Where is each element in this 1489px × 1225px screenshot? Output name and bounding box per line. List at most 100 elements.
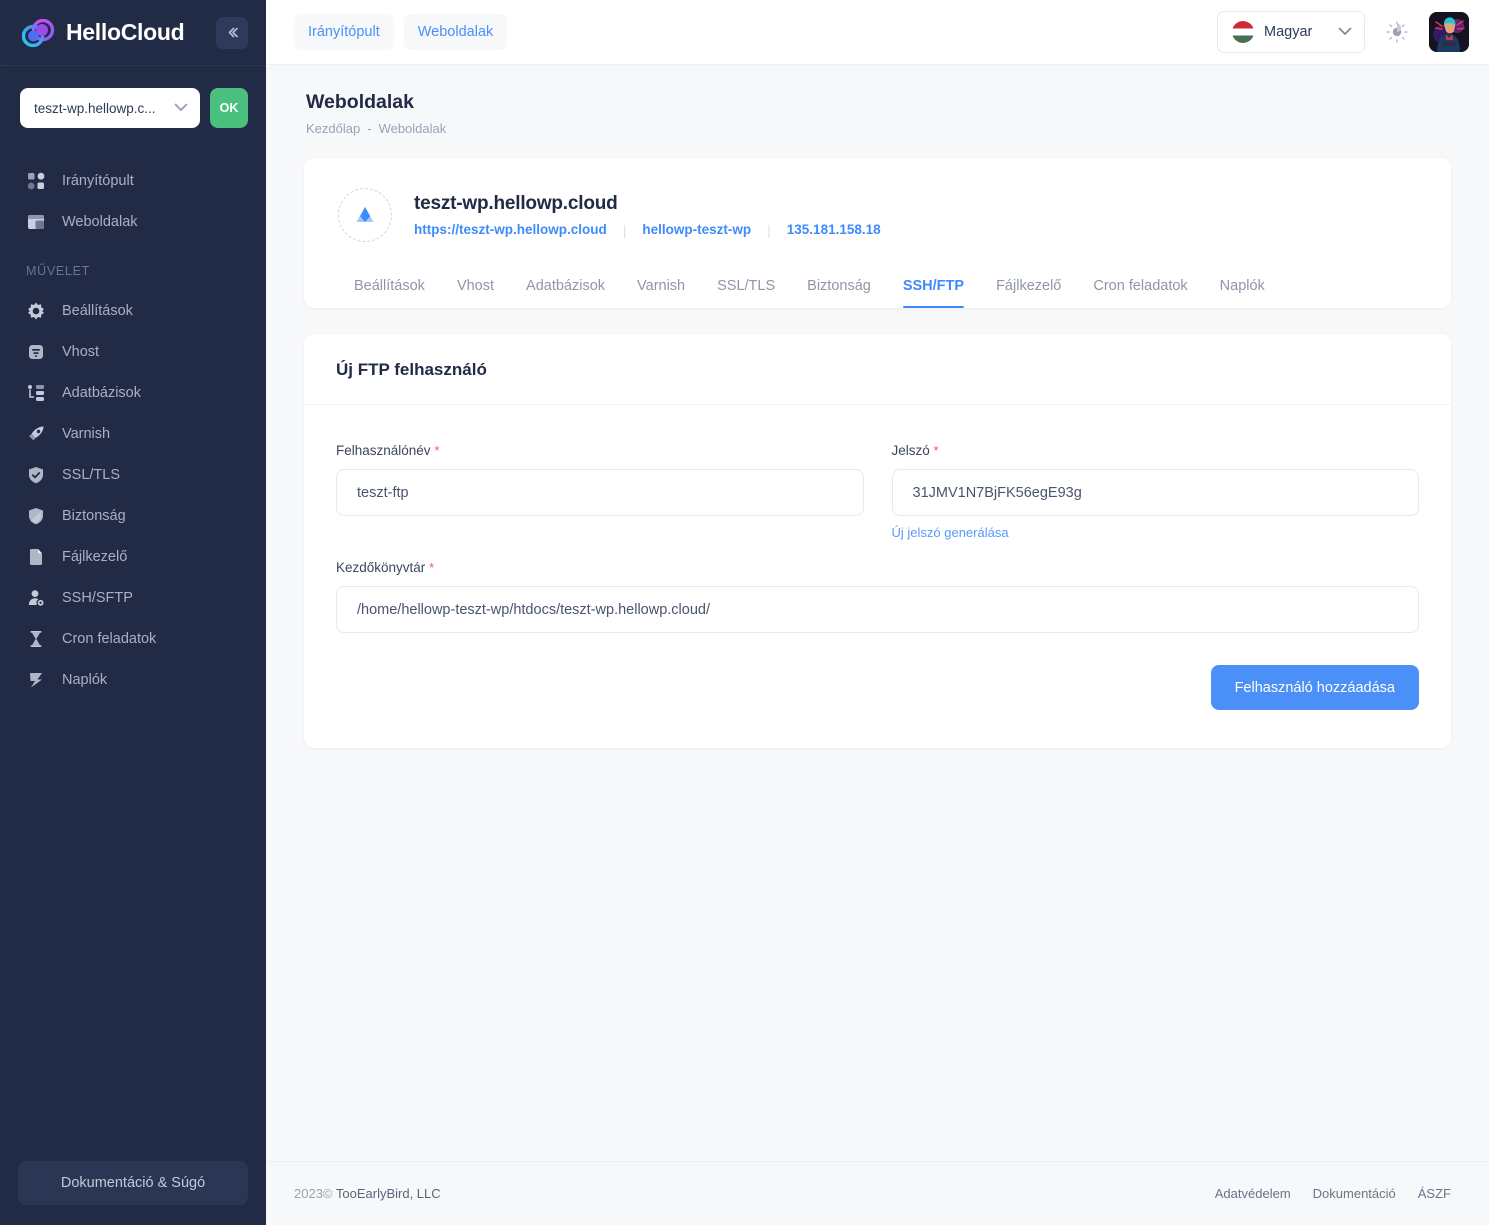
- sidebar-item-label: SSL/TLS: [62, 466, 121, 483]
- theme-toggle-button[interactable]: [1383, 18, 1411, 46]
- sidebar-item-label: Adatbázisok: [62, 384, 141, 401]
- form-row-1: Felhasználónév * Jelszó * Új jelszó: [336, 443, 1419, 542]
- rocket-icon: [26, 424, 46, 444]
- tab-vhost[interactable]: Vhost: [441, 268, 510, 308]
- page-title: Weboldalak: [306, 91, 415, 113]
- form-body: Felhasználónév * Jelszó * Új jelszó: [304, 405, 1451, 710]
- hungary-flag-icon: [1232, 21, 1254, 43]
- footer-links: Adatvédelem Dokumentáció ÁSZF: [1215, 1186, 1451, 1201]
- topbar-right: Magyar: [1217, 11, 1469, 53]
- site-system-user-link[interactable]: hellowp-teszt-wp: [642, 222, 751, 237]
- security-icon: [26, 506, 46, 526]
- sidebar-item-ssh-sftp[interactable]: SSH/SFTP: [0, 577, 266, 618]
- main-area: Irányítópult Weboldalak Magyar Weboldala…: [266, 0, 1489, 1225]
- breadcrumb-home[interactable]: Kezdőlap: [306, 121, 360, 136]
- sidebar-brand: HelloCloud: [0, 0, 266, 66]
- page-footer: 2023© TooEarlyBird, LLC Adatvédelem Doku…: [266, 1161, 1489, 1225]
- footer-link-documentation[interactable]: Dokumentáció: [1313, 1186, 1396, 1201]
- tab-databases[interactable]: Adatbázisok: [510, 268, 621, 308]
- site-ip-link[interactable]: 135.181.158.18: [787, 222, 881, 237]
- sidebar-item-cron[interactable]: Cron feladatok: [0, 618, 266, 659]
- documentation-help-button[interactable]: Dokumentáció & Súgó: [18, 1161, 248, 1205]
- sidebar-item-dashboard[interactable]: Irányítópult: [0, 160, 266, 201]
- sidebar-item-label: Beállítások: [62, 302, 133, 319]
- site-url-link[interactable]: https://teszt-wp.hellowp.cloud: [414, 222, 607, 237]
- page-content: Weboldalak Kezdőlap - Weboldalak teszt-w…: [266, 65, 1489, 1161]
- tab-varnish[interactable]: Varnish: [621, 268, 701, 308]
- sidebar-item-databases[interactable]: Adatbázisok: [0, 372, 266, 413]
- footer-link-terms[interactable]: ÁSZF: [1418, 1186, 1451, 1201]
- password-input[interactable]: [891, 469, 1419, 516]
- breadcrumb-current: Weboldalak: [378, 121, 447, 136]
- tab-file-manager[interactable]: Fájlkezelő: [980, 268, 1077, 308]
- form-title: Új FTP felhasználó: [336, 360, 487, 379]
- site-select-ok-button[interactable]: OK: [210, 88, 248, 128]
- sidebar-item-label: Fájlkezelő: [62, 548, 128, 565]
- password-field-group: Jelszó * Új jelszó generálása: [891, 443, 1419, 542]
- home-dir-field-group: Kezdőkönyvtár *: [336, 560, 1419, 633]
- username-input[interactable]: [336, 469, 864, 516]
- gear-icon: [26, 301, 46, 321]
- home-dir-input[interactable]: [336, 586, 1419, 633]
- sidebar-item-logs[interactable]: Naplók: [0, 659, 266, 700]
- sidebar-item-sites[interactable]: Weboldalak: [0, 201, 266, 242]
- page-header: Weboldalak Kezdőlap - Weboldalak: [266, 65, 1489, 136]
- dashboard-icon: [26, 171, 46, 191]
- sites-icon: [26, 212, 46, 232]
- copyright: 2023© TooEarlyBird, LLC: [294, 1186, 441, 1201]
- site-select[interactable]: teszt-wp.hellowp.c...: [20, 88, 200, 128]
- site-name: teszt-wp.hellowp.cloud: [414, 192, 618, 214]
- footer-link-privacy[interactable]: Adatvédelem: [1215, 1186, 1291, 1201]
- database-icon: [26, 383, 46, 403]
- sidebar-nav: Irányítópult Weboldalak MŰVELET Beállítá…: [0, 148, 266, 1161]
- breadcrumb-separator: -: [367, 121, 372, 136]
- site-select-value: teszt-wp.hellowp.c...: [34, 100, 156, 116]
- topbar-link-dashboard[interactable]: Irányítópult: [294, 14, 394, 50]
- generate-password-link[interactable]: Új jelszó generálása: [892, 525, 1009, 540]
- user-key-icon: [26, 588, 46, 608]
- site-info: teszt-wp.hellowp.cloud https://teszt-wp.…: [414, 193, 881, 238]
- meta-separator: |: [622, 221, 627, 238]
- sidebar-section-label: MŰVELET: [26, 264, 90, 278]
- sidebar-item-settings[interactable]: Beállítások: [0, 290, 266, 331]
- app-root: HelloCloud teszt-wp.hellowp.c... OK Irán…: [0, 0, 1489, 1225]
- sidebar-item-security[interactable]: Biztonság: [0, 495, 266, 536]
- sidebar-item-varnish[interactable]: Varnish: [0, 413, 266, 454]
- sidebar: HelloCloud teszt-wp.hellowp.c... OK Irán…: [0, 0, 266, 1225]
- tab-security[interactable]: Biztonság: [791, 268, 887, 308]
- sidebar-item-label: Naplók: [62, 671, 108, 688]
- add-user-button[interactable]: Felhasználó hozzáadása: [1210, 665, 1419, 710]
- tab-ssh-ftp[interactable]: SSH/FTP: [887, 268, 980, 308]
- avatar-image: [1429, 12, 1469, 52]
- tab-settings[interactable]: Beállítások: [338, 268, 441, 308]
- topbar-link-sites[interactable]: Weboldalak: [403, 14, 508, 50]
- tab-ssl-tls[interactable]: SSL/TLS: [701, 268, 791, 308]
- breadcrumb: Kezdőlap - Weboldalak: [306, 121, 1489, 136]
- tab-cron[interactable]: Cron feladatok: [1077, 268, 1203, 308]
- required-mark: *: [933, 443, 939, 458]
- language-value: Magyar: [1264, 24, 1313, 40]
- hellocloud-logo-icon: [21, 18, 56, 47]
- new-ftp-user-card: Új FTP felhasználó Felhasználónév * tesz…: [304, 334, 1451, 748]
- logs-icon: [26, 670, 46, 690]
- tab-logs[interactable]: Naplók: [1204, 268, 1281, 308]
- site-card: teszt-wp.hellowp.cloud https://teszt-wp.…: [304, 158, 1451, 308]
- user-avatar[interactable]: [1429, 12, 1469, 52]
- vhost-icon: [26, 342, 46, 362]
- file-icon: [26, 547, 46, 567]
- sidebar-item-file-manager[interactable]: Fájlkezelő: [0, 536, 266, 577]
- sun-icon: [1386, 21, 1408, 43]
- sidebar-item-label: SSH/SFTP: [62, 589, 133, 606]
- language-select[interactable]: Magyar: [1217, 11, 1365, 53]
- site-triangle-icon: [338, 188, 392, 242]
- copyright-company: TooEarlyBird, LLC: [335, 1186, 441, 1201]
- sidebar-item-label: Vhost: [62, 343, 100, 360]
- sidebar-collapse-button[interactable]: [216, 16, 248, 49]
- site-meta: https://teszt-wp.hellowp.cloud | hellowp…: [414, 222, 881, 238]
- chevron-down-icon: [174, 101, 188, 115]
- sidebar-item-vhost[interactable]: Vhost: [0, 331, 266, 372]
- sidebar-item-ssl-tls[interactable]: SSL/TLS: [0, 454, 266, 495]
- username-label-text: Felhasználónév: [336, 443, 431, 458]
- sidebar-item-label: Cron feladatok: [62, 630, 157, 647]
- site-summary: teszt-wp.hellowp.cloud https://teszt-wp.…: [304, 158, 1451, 242]
